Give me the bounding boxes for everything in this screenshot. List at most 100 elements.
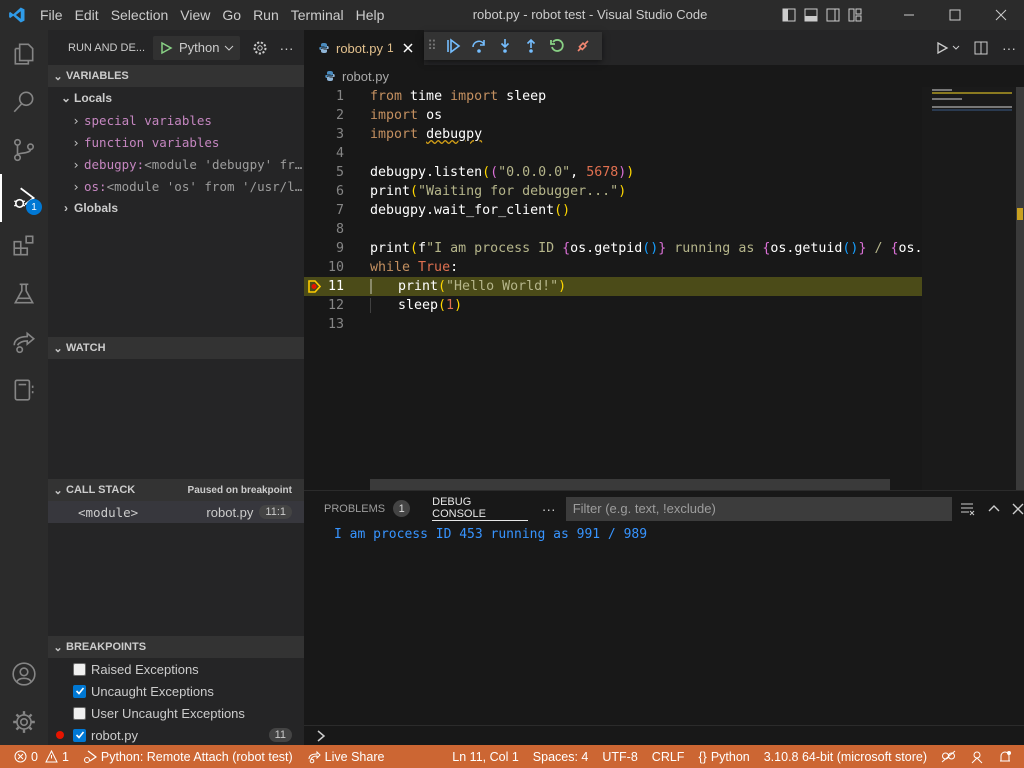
call-stack-frame[interactable]: <module> robot.py 11:1 <box>48 501 304 523</box>
checkbox-checked[interactable] <box>73 684 86 698</box>
menu-terminal[interactable]: Terminal <box>285 0 350 30</box>
debug-config-label: Python: Remote Attach (robot test) <box>100 749 293 764</box>
interpreter-status[interactable]: 3.10.8 64-bit (microsoft store) <box>757 750 934 764</box>
watch-section-header[interactable]: ⌄ WATCH <box>48 337 304 359</box>
breakpoint-raised-exceptions[interactable]: Raised Exceptions <box>48 658 304 680</box>
run-python-file-icon[interactable] <box>935 41 960 55</box>
testing-icon[interactable] <box>0 270 48 318</box>
step-out-icon[interactable] <box>518 32 544 60</box>
menu-run[interactable]: Run <box>247 0 285 30</box>
close-window-button[interactable] <box>978 0 1024 30</box>
copilot-icon[interactable] <box>934 750 963 764</box>
close-tab-icon[interactable] <box>402 42 414 54</box>
globals-scope[interactable]: › Globals <box>48 197 304 219</box>
chevron-down-icon: ⌄ <box>53 641 63 654</box>
toggle-secondary-sidebar-icon[interactable] <box>822 0 844 30</box>
debug-console-input[interactable] <box>304 725 1024 746</box>
close-panel-icon[interactable] <box>1012 503 1024 515</box>
chevron-right-icon: › <box>72 178 80 194</box>
step-into-icon[interactable] <box>492 32 518 60</box>
settings-gear-icon[interactable] <box>0 698 48 746</box>
editor-more-actions-icon[interactable]: ··· <box>1002 40 1016 56</box>
menu-go[interactable]: Go <box>216 0 247 30</box>
editor-scrollbar[interactable] <box>1016 87 1024 490</box>
explorer-icon[interactable] <box>0 30 48 78</box>
minimize-button[interactable] <box>886 0 932 30</box>
variable-item[interactable]: › os: <module 'os' from '/usr/l… <box>48 175 304 197</box>
cursor-position-status[interactable]: Ln 11, Col 1 <box>445 750 525 764</box>
sidebar-title: RUN AND DE... <box>68 41 146 54</box>
call-stack-section-header[interactable]: ⌄ CALL STACK Paused on breakpoint <box>48 479 304 501</box>
drag-handle-icon[interactable]: ⠿ <box>424 32 440 60</box>
search-icon[interactable] <box>0 78 48 126</box>
language-mode-status[interactable]: {} Python <box>691 750 756 764</box>
menu-file[interactable]: File <box>34 0 69 30</box>
breakpoint-label: Raised Exceptions <box>91 661 199 677</box>
split-editor-icon[interactable] <box>974 41 988 55</box>
horizontal-scrollbar[interactable] <box>370 479 890 490</box>
checkbox[interactable] <box>73 662 86 676</box>
indentation-status[interactable]: Spaces: 4 <box>526 750 596 764</box>
breakpoint-uncaught-exceptions[interactable]: Uncaught Exceptions <box>48 680 304 702</box>
notebook-icon[interactable] <box>0 366 48 414</box>
gear-icon[interactable] <box>252 40 268 56</box>
variable-item[interactable]: › special variables <box>48 109 304 131</box>
live-share-status[interactable]: Live Share <box>300 750 392 764</box>
source-control-icon[interactable] <box>0 126 48 174</box>
title-bar: File Edit Selection View Go Run Terminal… <box>0 0 1024 30</box>
accounts-icon[interactable] <box>0 650 48 698</box>
frame-position: 11:1 <box>259 505 292 519</box>
step-over-icon[interactable] <box>466 32 492 60</box>
tab-problems[interactable]: PROBLEMS 1 <box>324 491 411 526</box>
more-actions-icon[interactable]: ··· <box>280 40 294 56</box>
breakpoint-user-uncaught-exceptions[interactable]: User Uncaught Exceptions <box>48 702 304 724</box>
menu-edit[interactable]: Edit <box>69 0 105 30</box>
continue-icon[interactable] <box>440 32 466 60</box>
code-editor[interactable]: 1 from time import sleep 2 import os 3 impo… <box>304 87 1003 334</box>
locals-label: Locals <box>74 91 113 105</box>
debug-config-select[interactable]: Python <box>153 35 240 60</box>
locals-scope[interactable]: ⌄ Locals <box>48 87 304 109</box>
variables-section-header[interactable]: ⌄ VARIABLES <box>48 65 304 87</box>
paused-status: Paused on breakpoint <box>187 484 292 496</box>
panel-more-icon[interactable]: ··· <box>542 501 556 517</box>
customize-layout-icon[interactable] <box>844 0 866 30</box>
menu-help[interactable]: Help <box>350 0 391 30</box>
chevron-right-icon: › <box>72 134 80 150</box>
restart-icon[interactable] <box>544 32 570 60</box>
problems-status[interactable]: 0 1 <box>0 750 76 764</box>
live-share-label: Live Share <box>324 749 385 764</box>
variable-item[interactable]: › debugpy: <module 'debugpy' fr… <box>48 153 304 175</box>
extensions-icon[interactable] <box>0 222 48 270</box>
tab-label: PROBLEMS <box>324 502 386 515</box>
disconnect-icon[interactable] <box>570 32 596 60</box>
maximize-panel-icon[interactable] <box>988 503 1000 515</box>
breakpoint-file-robot-py[interactable]: robot.py 11 <box>48 724 304 746</box>
debug-config-status[interactable]: Python: Remote Attach (robot test) <box>76 750 300 764</box>
feedback-icon[interactable] <box>963 750 991 764</box>
debug-console-filter-input[interactable]: Filter (e.g. text, !exclude) <box>565 496 953 521</box>
breakpoints-section-header[interactable]: ⌄ BREAKPOINTS <box>48 636 304 658</box>
minimap[interactable] <box>922 87 1024 490</box>
encoding-status[interactable]: UTF-8 <box>595 750 644 764</box>
menu-selection[interactable]: Selection <box>105 0 175 30</box>
frame-name: <module> <box>78 504 139 520</box>
maximize-button[interactable] <box>932 0 978 30</box>
clear-console-icon[interactable] <box>960 501 976 517</box>
run-and-debug-icon[interactable]: 1 <box>0 174 48 222</box>
variable-item[interactable]: › function variables <box>48 131 304 153</box>
notifications-bell-icon[interactable] <box>991 750 1024 764</box>
live-share-icon[interactable] <box>0 318 48 366</box>
chevron-down-icon: ⌄ <box>60 91 72 105</box>
tab-robot-py[interactable]: robot.py 1 <box>304 30 424 65</box>
checkbox-checked[interactable] <box>73 728 86 742</box>
toggle-primary-sidebar-icon[interactable] <box>778 0 800 30</box>
start-debugging-icon[interactable] <box>159 41 173 55</box>
checkbox[interactable] <box>73 706 86 720</box>
menu-view[interactable]: View <box>174 0 216 30</box>
eol-status[interactable]: CRLF <box>645 750 692 764</box>
call-stack-title: CALL STACK <box>66 484 136 496</box>
toggle-panel-icon[interactable] <box>800 0 822 30</box>
breadcrumb-file[interactable]: robot.py <box>342 69 389 84</box>
tab-debug-console[interactable]: DEBUG CONSOLE <box>432 496 528 521</box>
